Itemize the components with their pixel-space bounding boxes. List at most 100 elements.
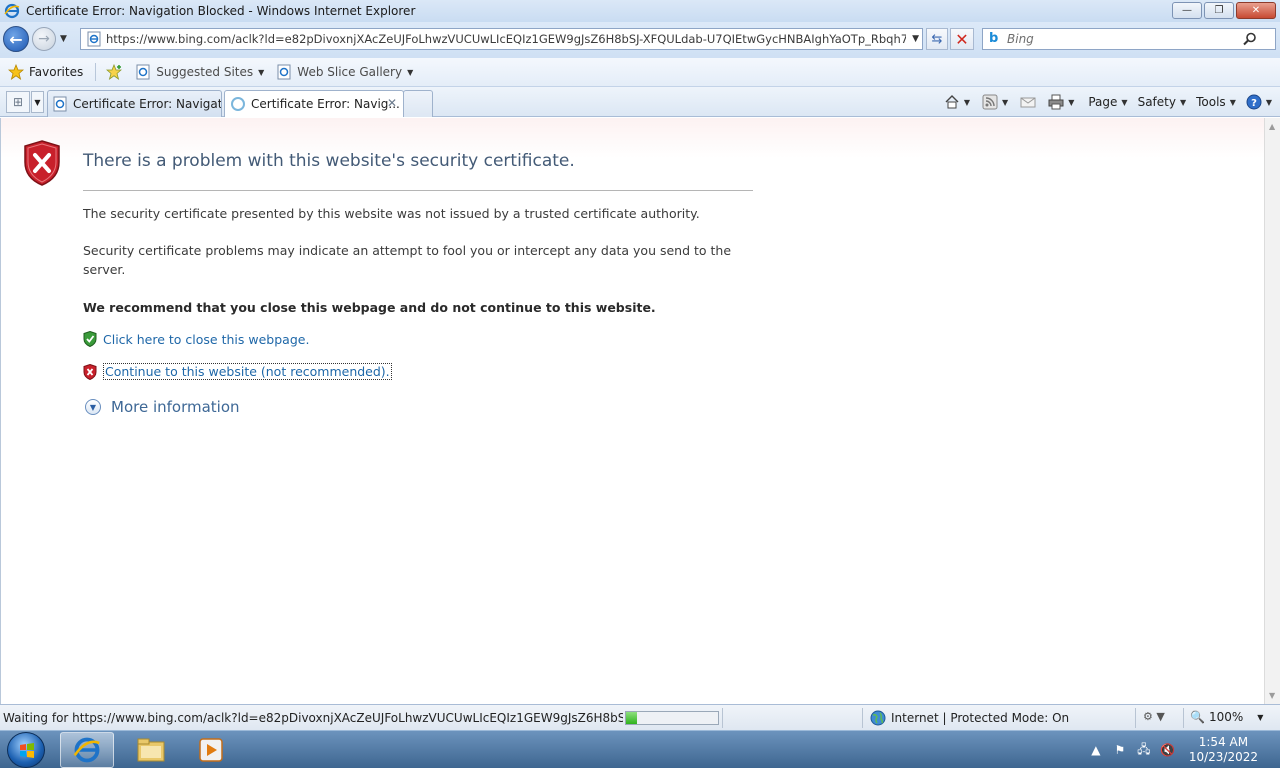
- printer-icon: [1048, 94, 1064, 110]
- add-to-favorites-bar-button[interactable]: [106, 64, 127, 80]
- folder-icon: [137, 738, 165, 762]
- tab-certificate-error-2[interactable]: Certificate Error: Navig... ✕: [224, 90, 404, 117]
- status-divider: [1183, 708, 1184, 728]
- read-mail-button[interactable]: [1020, 94, 1036, 110]
- taskbar-media-player[interactable]: [184, 732, 238, 768]
- chevron-down-icon: ▼: [1257, 712, 1264, 722]
- tools-menu-label: Tools: [1196, 95, 1226, 109]
- favorites-bar: Favorites Suggested Sites ▼ Web Slice Ga…: [0, 58, 1280, 87]
- search-icon[interactable]: [1243, 32, 1257, 46]
- forward-button[interactable]: →: [32, 27, 56, 51]
- help-menu-button[interactable]: ? ▼: [1246, 94, 1272, 110]
- close-webpage-link-row: Click here to close this webpage.: [83, 331, 309, 347]
- page-content: There is a problem with this website's s…: [0, 118, 1264, 704]
- start-button[interactable]: [7, 732, 45, 768]
- print-button[interactable]: ▼: [1048, 94, 1074, 110]
- tab-label: Certificate Error: Navig...: [251, 97, 400, 111]
- media-player-icon: [199, 738, 223, 762]
- quick-tabs-button[interactable]: ⊞: [6, 91, 30, 113]
- close-window-button[interactable]: ✕: [1236, 2, 1276, 19]
- close-tab-icon[interactable]: ✕: [387, 96, 397, 110]
- status-message: Waiting for https://www.bing.com/aclk?ld…: [3, 711, 623, 725]
- recommendation-message: We recommend that you close this webpage…: [83, 300, 656, 315]
- chevron-down-icon: ▼: [1265, 97, 1272, 107]
- page-menu-label: Page: [1088, 95, 1118, 109]
- close-webpage-link[interactable]: Click here to close this webpage.: [103, 332, 309, 347]
- home-button[interactable]: ▼: [944, 94, 970, 110]
- vertical-scrollbar[interactable]: ▲ ▼: [1264, 118, 1280, 704]
- address-bar[interactable]: https://www.bing.com/aclk?ld=e82pDivoxnj…: [80, 28, 923, 50]
- restore-button[interactable]: ❐: [1204, 2, 1234, 19]
- tools-menu-button[interactable]: Tools ▼: [1196, 95, 1236, 109]
- system-tray: ▲ ⚑ 🖧 🔇 1:54 AM 10/23/2022: [1081, 731, 1280, 768]
- favorites-label: Favorites: [29, 65, 84, 79]
- feeds-button[interactable]: ▼: [982, 94, 1008, 110]
- status-divider: [1135, 708, 1136, 728]
- url-text[interactable]: https://www.bing.com/aclk?ld=e82pDivoxnj…: [106, 32, 906, 46]
- suggested-sites-button[interactable]: Suggested Sites ▼: [135, 64, 264, 80]
- scroll-up-arrow-icon[interactable]: ▲: [1269, 122, 1275, 131]
- red-shield-icon: [83, 363, 97, 380]
- system-clock[interactable]: 1:54 AM 10/23/2022: [1189, 735, 1258, 765]
- home-icon: [945, 95, 959, 109]
- address-dropdown-icon[interactable]: ▼: [912, 34, 919, 44]
- chevron-down-icon: ▼: [1179, 97, 1187, 107]
- status-divider: [722, 708, 723, 728]
- stop-button[interactable]: ✕: [950, 28, 974, 50]
- security-warning-message: Security certificate problems may indica…: [83, 243, 732, 277]
- network-icon[interactable]: 🖧: [1135, 742, 1153, 758]
- more-information-toggle[interactable]: ▼ More information: [85, 398, 240, 416]
- zoom-level-label: 100%: [1208, 710, 1244, 724]
- rss-feed-icon: [982, 94, 998, 110]
- status-bar: Waiting for https://www.bing.com/aclk?ld…: [0, 704, 1280, 730]
- chevron-down-icon: ▼: [963, 97, 971, 107]
- error-shield-icon: [24, 140, 60, 186]
- search-box[interactable]: b Bing: [982, 28, 1276, 50]
- star-icon: [8, 64, 24, 80]
- web-slice-gallery-button[interactable]: Web Slice Gallery ▼: [276, 64, 413, 80]
- svg-text:?: ?: [1251, 98, 1257, 109]
- back-button[interactable]: ←: [3, 26, 29, 52]
- taskbar-windows-explorer[interactable]: [124, 732, 178, 768]
- internet-explorer-icon: [4, 3, 20, 19]
- minimize-button[interactable]: —: [1172, 2, 1202, 19]
- volume-muted-icon[interactable]: 🔇: [1159, 742, 1177, 758]
- show-hidden-icons-icon[interactable]: ▲: [1087, 742, 1105, 758]
- quick-tabs-icon: ⊞: [12, 95, 24, 109]
- back-arrow-icon: ←: [9, 29, 23, 49]
- page-menu-button[interactable]: Page ▼: [1088, 95, 1127, 109]
- more-information-label: More information: [111, 398, 240, 416]
- zoom-level-button[interactable]: 🔍 100% ▼: [1190, 710, 1263, 724]
- add-favorite-star-icon: [106, 64, 123, 80]
- clock-date: 10/23/2022: [1188, 750, 1258, 764]
- progress-fill: [626, 712, 638, 724]
- refresh-button[interactable]: ⇆: [926, 28, 948, 50]
- zoom-magnifier-icon: 🔍: [1190, 710, 1205, 724]
- action-center-flag-icon[interactable]: ⚑: [1111, 742, 1129, 758]
- page-title: There is a problem with this website's s…: [83, 151, 575, 171]
- add-on-status-icon[interactable]: ⚙ ▼: [1143, 710, 1165, 723]
- tab-certificate-error-1[interactable]: Certificate Error: Navigatio...: [47, 90, 222, 117]
- safety-menu-label: Safety: [1137, 95, 1176, 109]
- mail-icon: [1020, 97, 1036, 108]
- navigation-bar: ← → ▼ https://www.bing.com/aclk?ld=e82pD…: [0, 22, 1280, 58]
- search-input[interactable]: Bing: [1007, 32, 1243, 46]
- scroll-down-arrow-icon[interactable]: ▼: [1269, 691, 1275, 700]
- forward-arrow-icon: →: [38, 31, 50, 47]
- taskbar-internet-explorer[interactable]: [60, 732, 114, 768]
- ie-page-icon: [53, 96, 67, 112]
- certificate-issuer-message: The security certificate presented by th…: [83, 206, 700, 221]
- windows-logo-icon: [20, 743, 34, 758]
- history-dropdown[interactable]: ▼: [60, 34, 67, 44]
- continue-to-website-link[interactable]: Continue to this website (not recommende…: [103, 363, 392, 380]
- new-tab-button[interactable]: [403, 90, 433, 117]
- chevron-down-icon: ▼: [258, 67, 265, 77]
- tab-list-dropdown[interactable]: ▼: [31, 91, 44, 113]
- safety-menu-button[interactable]: Safety ▼: [1138, 95, 1187, 109]
- window-title: Certificate Error: Navigation Blocked - …: [26, 4, 416, 18]
- help-icon: ?: [1246, 94, 1262, 110]
- tab-bar: ⊞ ▼ Certificate Error: Navigatio... Cert…: [0, 87, 1280, 117]
- security-zone[interactable]: Internet | Protected Mode: On: [870, 710, 1069, 726]
- favorites-button[interactable]: Favorites: [8, 64, 83, 80]
- clock-time: 1:54 AM: [1198, 735, 1249, 749]
